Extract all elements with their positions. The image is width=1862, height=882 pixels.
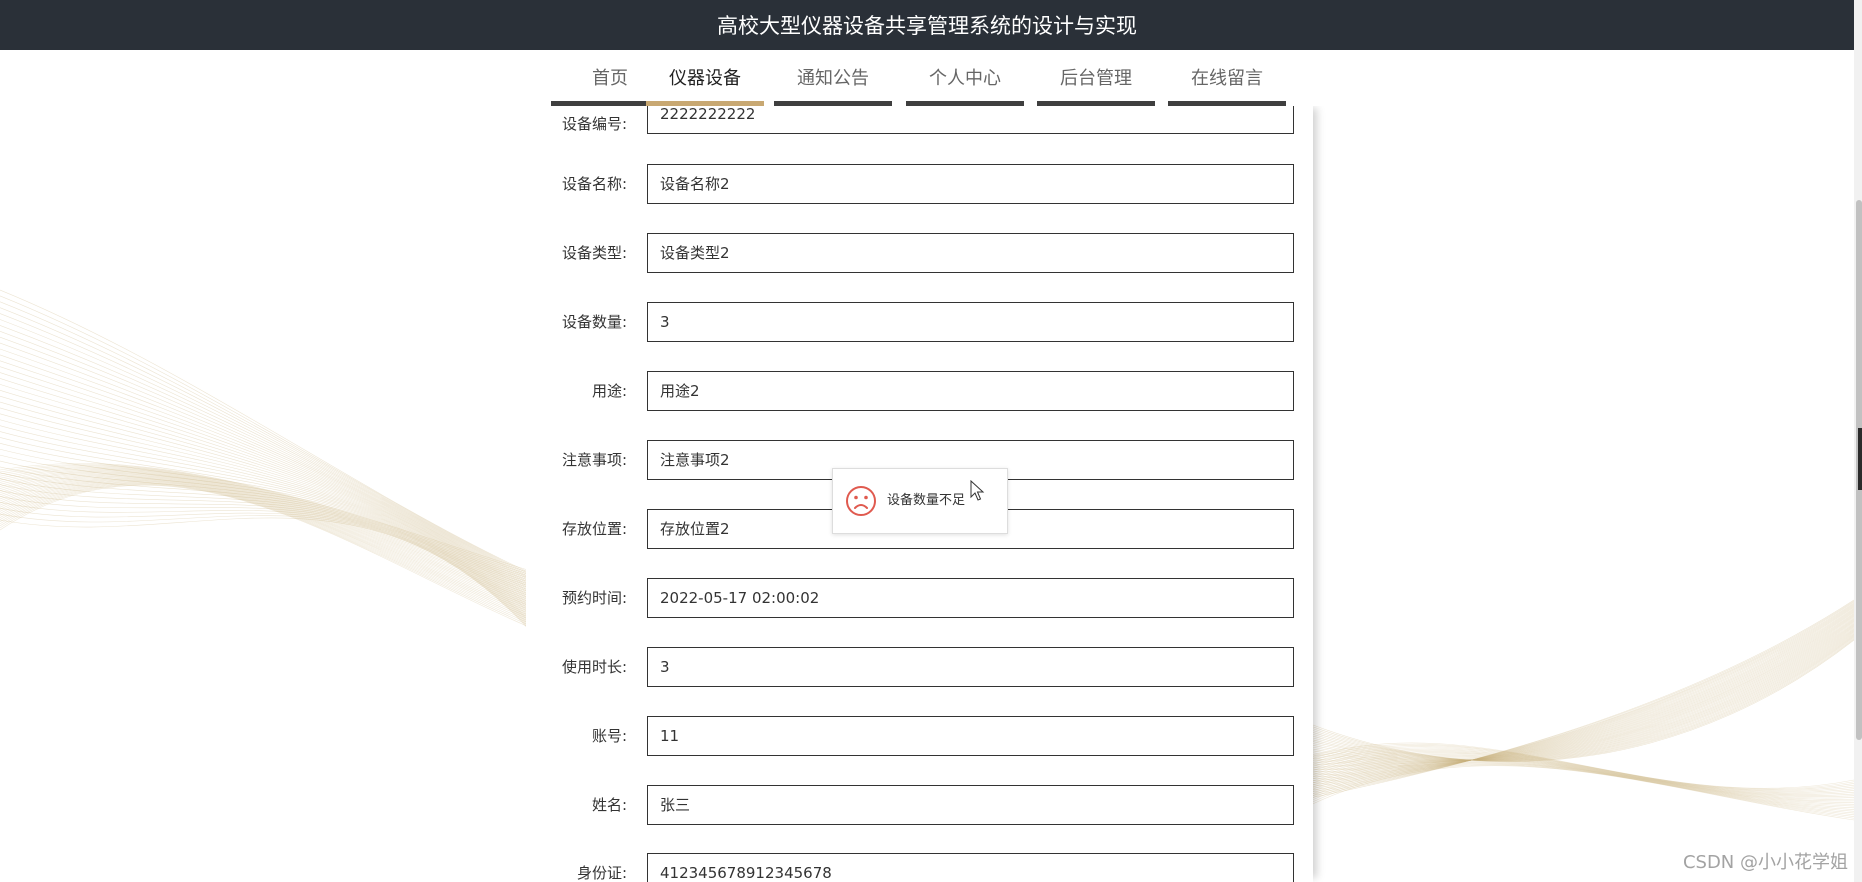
nav-tab-underline bbox=[1168, 101, 1286, 106]
top-header-bar: 高校大型仪器设备共享管理系统的设计与实现 bbox=[0, 0, 1854, 50]
form-row-name: 姓名: bbox=[526, 785, 1313, 825]
nav-tab-messages[interactable]: 在线留言 bbox=[1168, 50, 1286, 106]
nav-tab-underline bbox=[646, 101, 764, 106]
form-row-device-quantity: 设备数量: bbox=[526, 302, 1313, 342]
id-card-input[interactable] bbox=[647, 853, 1294, 882]
field-label: 注意事项: bbox=[561, 451, 627, 469]
field-label: 存放位置: bbox=[561, 520, 627, 538]
nav-tab-admin[interactable]: 后台管理 bbox=[1037, 50, 1155, 106]
main-navigation: 首页 仪器设备 通知公告 个人中心 后台管理 在线留言 bbox=[0, 50, 1854, 106]
scrollbar-marker bbox=[1858, 428, 1862, 490]
nav-tab-equipment[interactable]: 仪器设备 bbox=[646, 50, 764, 106]
form-row-id-card: 身份证: bbox=[526, 853, 1313, 882]
watermark: CSDN @小小花学姐 bbox=[1682, 852, 1848, 873]
booking-time-input[interactable] bbox=[647, 578, 1294, 618]
device-id-input[interactable] bbox=[647, 104, 1294, 134]
field-label: 设备数量: bbox=[561, 313, 627, 331]
nav-tab-notices[interactable]: 通知公告 bbox=[774, 50, 892, 106]
form-row-device-type: 设备类型: bbox=[526, 233, 1313, 273]
field-label: 用途: bbox=[591, 382, 627, 400]
form-row-device-name: 设备名称: bbox=[526, 164, 1313, 204]
device-type-input[interactable] bbox=[647, 233, 1294, 273]
usage-duration-input[interactable] bbox=[647, 647, 1294, 687]
site-title: 高校大型仪器设备共享管理系统的设计与实现 bbox=[717, 14, 1137, 38]
nav-tab-underline bbox=[906, 101, 1024, 106]
account-input[interactable] bbox=[647, 716, 1294, 756]
form-row-account: 账号: bbox=[526, 716, 1313, 756]
field-label: 设备类型: bbox=[561, 244, 627, 262]
nav-tab-label: 通知公告 bbox=[797, 68, 869, 89]
form-row-usage-duration: 使用时长: bbox=[526, 647, 1313, 687]
nav-tab-label: 个人中心 bbox=[929, 68, 1001, 89]
field-label: 使用时长: bbox=[561, 658, 627, 676]
sad-face-icon bbox=[846, 486, 876, 516]
field-label: 预约时间: bbox=[561, 589, 627, 607]
field-label: 设备编号: bbox=[561, 115, 627, 133]
nav-tab-underline bbox=[1037, 101, 1155, 106]
form-row-booking-time: 预约时间: bbox=[526, 578, 1313, 618]
nav-tab-label: 首页 bbox=[592, 68, 628, 89]
purpose-input[interactable] bbox=[647, 371, 1294, 411]
nav-tab-label: 在线留言 bbox=[1191, 68, 1263, 89]
device-name-input[interactable] bbox=[647, 164, 1294, 204]
nav-tab-label: 仪器设备 bbox=[669, 68, 741, 89]
field-label: 身份证: bbox=[576, 864, 627, 882]
field-label: 姓名: bbox=[591, 796, 627, 814]
toast-message: 设备数量不足 bbox=[887, 493, 966, 508]
name-input[interactable] bbox=[647, 785, 1294, 825]
nav-tab-underline bbox=[774, 101, 892, 106]
mouse-cursor-icon bbox=[970, 480, 985, 501]
nav-tab-personal-center[interactable]: 个人中心 bbox=[906, 50, 1024, 106]
nav-tab-label: 后台管理 bbox=[1060, 68, 1132, 89]
form-row-purpose: 用途: bbox=[526, 371, 1313, 411]
form-row-device-id: 设备编号: bbox=[526, 104, 1313, 144]
field-label: 账号: bbox=[591, 727, 627, 745]
device-quantity-input[interactable] bbox=[647, 302, 1294, 342]
field-label: 设备名称: bbox=[561, 175, 627, 193]
